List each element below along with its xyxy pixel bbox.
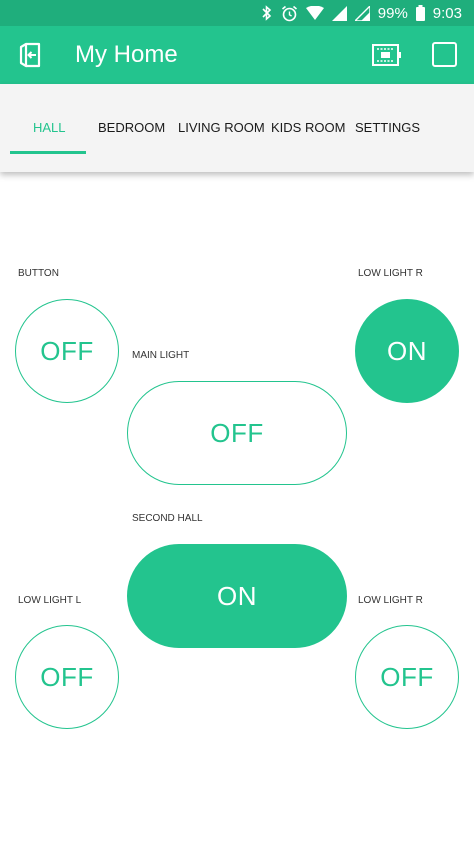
tab-kids-room[interactable]: KIDS ROOM (271, 120, 345, 135)
low-light-r-bottom-label: LOW LIGHT R (358, 595, 423, 606)
low-light-l-label: LOW LIGHT L (18, 595, 82, 606)
clock-time: 9:03 (432, 4, 462, 22)
tab-living-room[interactable]: LIVING ROOM (178, 120, 265, 135)
tab-bedroom[interactable]: BEDROOM (98, 120, 165, 135)
main-light-button[interactable]: OFF (127, 381, 347, 485)
device-icon[interactable] (372, 43, 402, 67)
tab-settings[interactable]: SETTINGS (355, 120, 420, 135)
stop-project-button[interactable] (432, 42, 457, 67)
page-title: My Home (75, 41, 178, 68)
alarm-icon (281, 5, 298, 22)
signal-icon-secondary (354, 5, 370, 21)
signal-icon (331, 5, 347, 21)
wifi-icon (305, 6, 324, 20)
battery-icon (415, 5, 425, 21)
app-bar: My Home (0, 26, 474, 84)
battery-percent: 99% (377, 4, 408, 22)
button-widget[interactable]: OFF (15, 299, 119, 403)
active-tab-indicator (10, 151, 86, 154)
second-hall-button[interactable]: ON (127, 544, 347, 648)
status-icons: 99% 9:03 (261, 3, 462, 23)
tab-bar: HALL BEDROOM LIVING ROOM KIDS ROOM SETTI… (0, 84, 474, 172)
tab-hall[interactable]: HALL (33, 120, 66, 135)
button-widget-label: BUTTON (18, 268, 59, 279)
low-light-l-button[interactable]: OFF (15, 625, 119, 729)
exit-project-icon[interactable] (16, 41, 44, 69)
low-light-r-top-label: LOW LIGHT R (358, 268, 423, 279)
low-light-r-bottom-button[interactable]: OFF (355, 625, 459, 729)
main-light-label: MAIN LIGHT (132, 350, 190, 361)
low-light-r-top-button[interactable]: ON (355, 299, 459, 403)
bluetooth-icon (261, 5, 273, 21)
status-bar: 99% 9:03 (0, 0, 474, 26)
second-hall-label: SECOND HALL (132, 513, 203, 524)
